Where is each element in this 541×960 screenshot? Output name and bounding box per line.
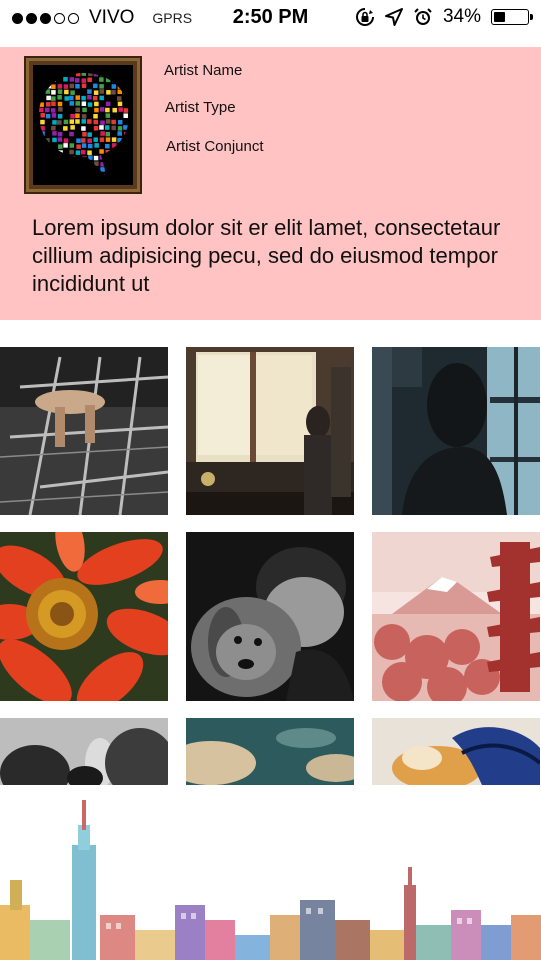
speech-bubble-collage-icon: [33, 65, 133, 185]
gallery-photo-couple[interactable]: [0, 718, 168, 785]
rotation-lock-icon: [356, 8, 374, 26]
alarm-icon: [414, 8, 432, 25]
gallery-photo-fuji-pagoda[interactable]: [372, 532, 540, 701]
status-bar: VIVO GPRS 2:50 PM 34%: [0, 0, 541, 34]
gallery-photo-woman-silhouette[interactable]: [372, 347, 540, 515]
artist-type-label: Artist Type: [165, 99, 236, 116]
gallery-photo-woman-window[interactable]: [186, 347, 354, 515]
gallery-photo-sky-clouds[interactable]: [186, 718, 354, 785]
battery-percent: 34%: [442, 6, 481, 27]
battery-icon: [491, 9, 533, 25]
gallery-photo-cat-rope[interactable]: [372, 718, 540, 785]
artist-conjunct-label: Artist Conjunct: [166, 138, 264, 155]
artist-bio: Lorem ipsum dolor sit er elit lamet, con…: [32, 215, 501, 296]
status-right: 34%: [355, 6, 533, 28]
gallery-photo-red-flower[interactable]: [0, 532, 168, 701]
location-arrow-icon: [384, 8, 403, 26]
gallery-photo-fire-escape[interactable]: [0, 347, 168, 515]
artist-avatar[interactable]: [24, 56, 142, 194]
city-skyline-illustration: [0, 795, 541, 960]
artist-name-label: Artist Name: [164, 62, 243, 79]
artist-profile: Artist Name Artist Type Artist Conjunct …: [0, 47, 541, 320]
gallery-photo-man-dog[interactable]: [186, 532, 354, 701]
